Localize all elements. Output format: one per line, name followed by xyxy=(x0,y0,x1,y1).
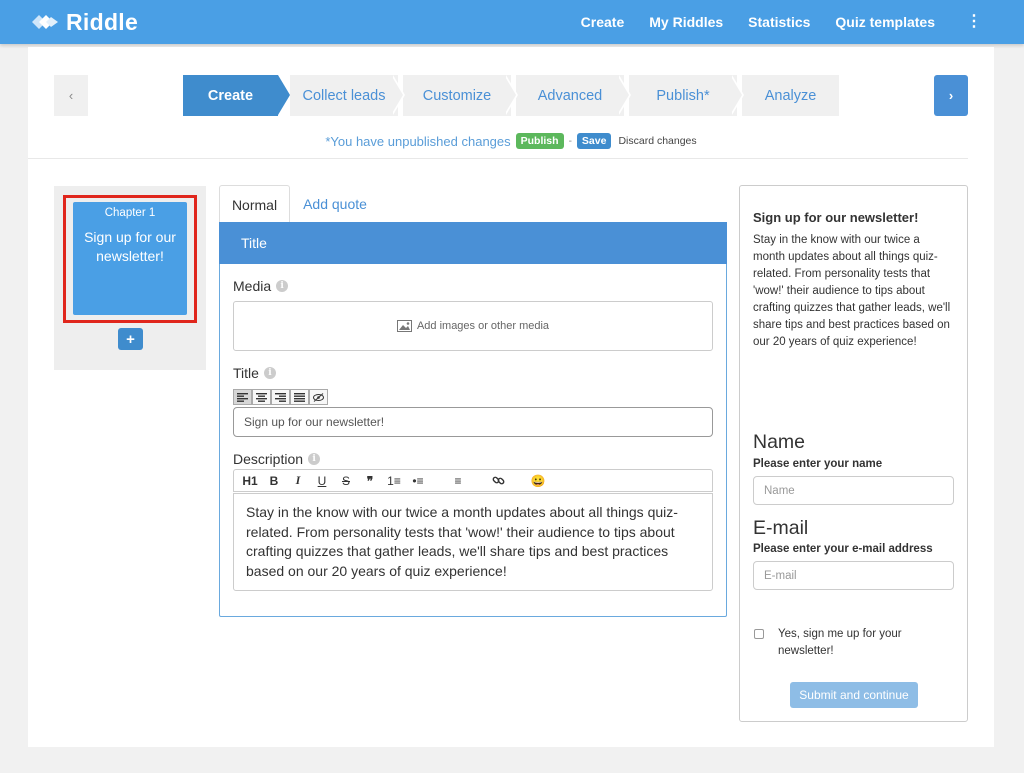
chevron-right-icon: › xyxy=(948,88,954,103)
preview-panel: Sign up for our newsletter! Stay in the … xyxy=(739,185,968,722)
toolbar-spacer xyxy=(470,471,486,491)
more-menu-icon[interactable]: ⋮ xyxy=(966,14,982,30)
top-bar: Riddle Create My Riddles Statistics Quiz… xyxy=(0,0,1024,44)
step-separator xyxy=(504,75,516,115)
preview-email-heading: E-mail xyxy=(753,517,809,539)
preview-description: Stay in the know with our twice a month … xyxy=(753,234,951,348)
description-label-text: Description xyxy=(233,451,304,467)
step-prev-button[interactable]: ‹ xyxy=(54,75,88,116)
save-button[interactable]: Save xyxy=(576,133,612,149)
step-next-button[interactable]: › xyxy=(934,75,968,116)
chapter-title: Sign up for our newsletter! xyxy=(84,229,176,264)
chevron-left-icon: ‹ xyxy=(68,88,74,103)
align-left-icon[interactable] xyxy=(233,389,252,405)
media-label-text: Media xyxy=(233,278,272,294)
align-center-icon[interactable] xyxy=(252,389,271,405)
title-label: Title i xyxy=(233,365,276,381)
submit-button[interactable]: Submit and continue xyxy=(790,682,918,708)
tab-normal[interactable]: Normal xyxy=(219,185,290,223)
description-label: Description i xyxy=(233,451,321,467)
riddle-logo[interactable]: Riddle xyxy=(30,8,138,36)
nav-quiz-templates[interactable]: Quiz templates xyxy=(835,14,935,30)
info-icon[interactable]: i xyxy=(276,280,289,292)
unpublished-text: *You have unpublished changes xyxy=(325,133,511,149)
step-separator xyxy=(391,75,403,115)
step-collect-leads[interactable]: Collect leads xyxy=(290,75,398,116)
main-card: ‹ Create Collect leads Customize Advance… xyxy=(28,47,994,747)
step-advanced[interactable]: Advanced xyxy=(516,75,624,116)
italic-icon[interactable]: I xyxy=(286,471,310,491)
link-icon[interactable] xyxy=(486,471,510,491)
unpublished-notice: *You have unpublished changes Publish - … xyxy=(28,133,994,149)
description-textarea[interactable]: Stay in the know with our twice a month … xyxy=(233,493,713,591)
title-label-text: Title xyxy=(233,365,259,381)
strikethrough-icon[interactable]: S xyxy=(334,471,358,491)
editor-panel: Title Media i Add images or other media … xyxy=(219,222,727,617)
step-publish[interactable]: Publish* xyxy=(629,75,737,116)
align-justify-icon[interactable] xyxy=(290,389,309,405)
preview-email-input[interactable]: E-mail xyxy=(753,561,954,590)
preview-name-heading: Name xyxy=(753,431,806,453)
chapter-panel: Chapter 1 Sign up for our newsletter! + xyxy=(54,186,206,370)
media-label: Media i xyxy=(233,278,289,294)
publish-button[interactable]: Publish xyxy=(515,133,564,149)
title-input[interactable]: Sign up for our newsletter! xyxy=(233,407,713,437)
hide-eye-icon[interactable] xyxy=(309,389,328,405)
preview-name-input[interactable]: Name xyxy=(753,476,954,505)
chapter-card[interactable]: Chapter 1 Sign up for our newsletter! xyxy=(73,202,187,315)
bullet-list-icon[interactable]: •≡ xyxy=(406,471,430,491)
step-arrow xyxy=(278,75,290,115)
preview-name-subtitle: Please enter your name xyxy=(753,458,883,470)
nav-create[interactable]: Create xyxy=(581,14,625,30)
title-align-toolbar xyxy=(233,389,328,405)
add-chapter-button[interactable]: + xyxy=(118,328,143,350)
image-icon xyxy=(396,320,412,332)
plus-icon: + xyxy=(126,330,135,348)
preview-title: Sign up for our newsletter! xyxy=(753,210,919,225)
discard-changes-link[interactable]: Discard changes xyxy=(618,135,696,147)
underline-icon[interactable]: U xyxy=(310,471,334,491)
align-right-icon[interactable] xyxy=(271,389,290,405)
nav-statistics[interactable]: Statistics xyxy=(748,14,810,30)
media-upload-area[interactable]: Add images or other media xyxy=(233,301,713,351)
step-wizard: Create Collect leads Customize Advanced … xyxy=(183,75,839,116)
bold-icon[interactable]: B xyxy=(262,471,286,491)
step-create[interactable]: Create xyxy=(183,75,278,116)
nav-my-riddles[interactable]: My Riddles xyxy=(649,14,723,30)
ordered-list-icon[interactable]: 1≡ xyxy=(382,471,406,491)
chapter-label: Chapter 1 xyxy=(104,207,156,219)
brand-name: Riddle xyxy=(66,8,139,35)
riddle-logo-icon xyxy=(32,15,58,29)
separator: - xyxy=(568,135,572,147)
editor-header: Title xyxy=(219,222,727,264)
toolbar-spacer xyxy=(430,471,446,491)
step-separator xyxy=(730,75,742,115)
emoji-icon[interactable]: 😀 xyxy=(526,471,550,491)
quote-icon[interactable]: ❞ xyxy=(358,471,382,491)
media-placeholder: Add images or other media xyxy=(416,320,550,332)
newsletter-checkbox[interactable] xyxy=(754,629,764,639)
step-analyze[interactable]: Analyze xyxy=(742,75,839,116)
tab-add-quote[interactable]: Add quote xyxy=(295,185,375,223)
info-icon[interactable]: i xyxy=(263,367,276,379)
preview-email-subtitle: Please enter your e-mail address xyxy=(753,543,933,555)
main-nav: Create My Riddles Statistics Quiz templa… xyxy=(581,0,1024,44)
align-icon[interactable]: ≡ xyxy=(446,471,470,491)
description-toolbar: H1 B I U S ❞ 1≡ •≡ ≡ 😀 xyxy=(233,469,713,492)
toolbar-spacer xyxy=(510,471,526,491)
step-customize[interactable]: Customize xyxy=(403,75,511,116)
newsletter-checkbox-label: Yes, sign me up for your newsletter! xyxy=(778,628,902,657)
divider xyxy=(28,158,968,159)
info-icon[interactable]: i xyxy=(308,453,321,465)
heading-icon[interactable]: H1 xyxy=(238,471,262,491)
step-separator xyxy=(617,75,629,115)
